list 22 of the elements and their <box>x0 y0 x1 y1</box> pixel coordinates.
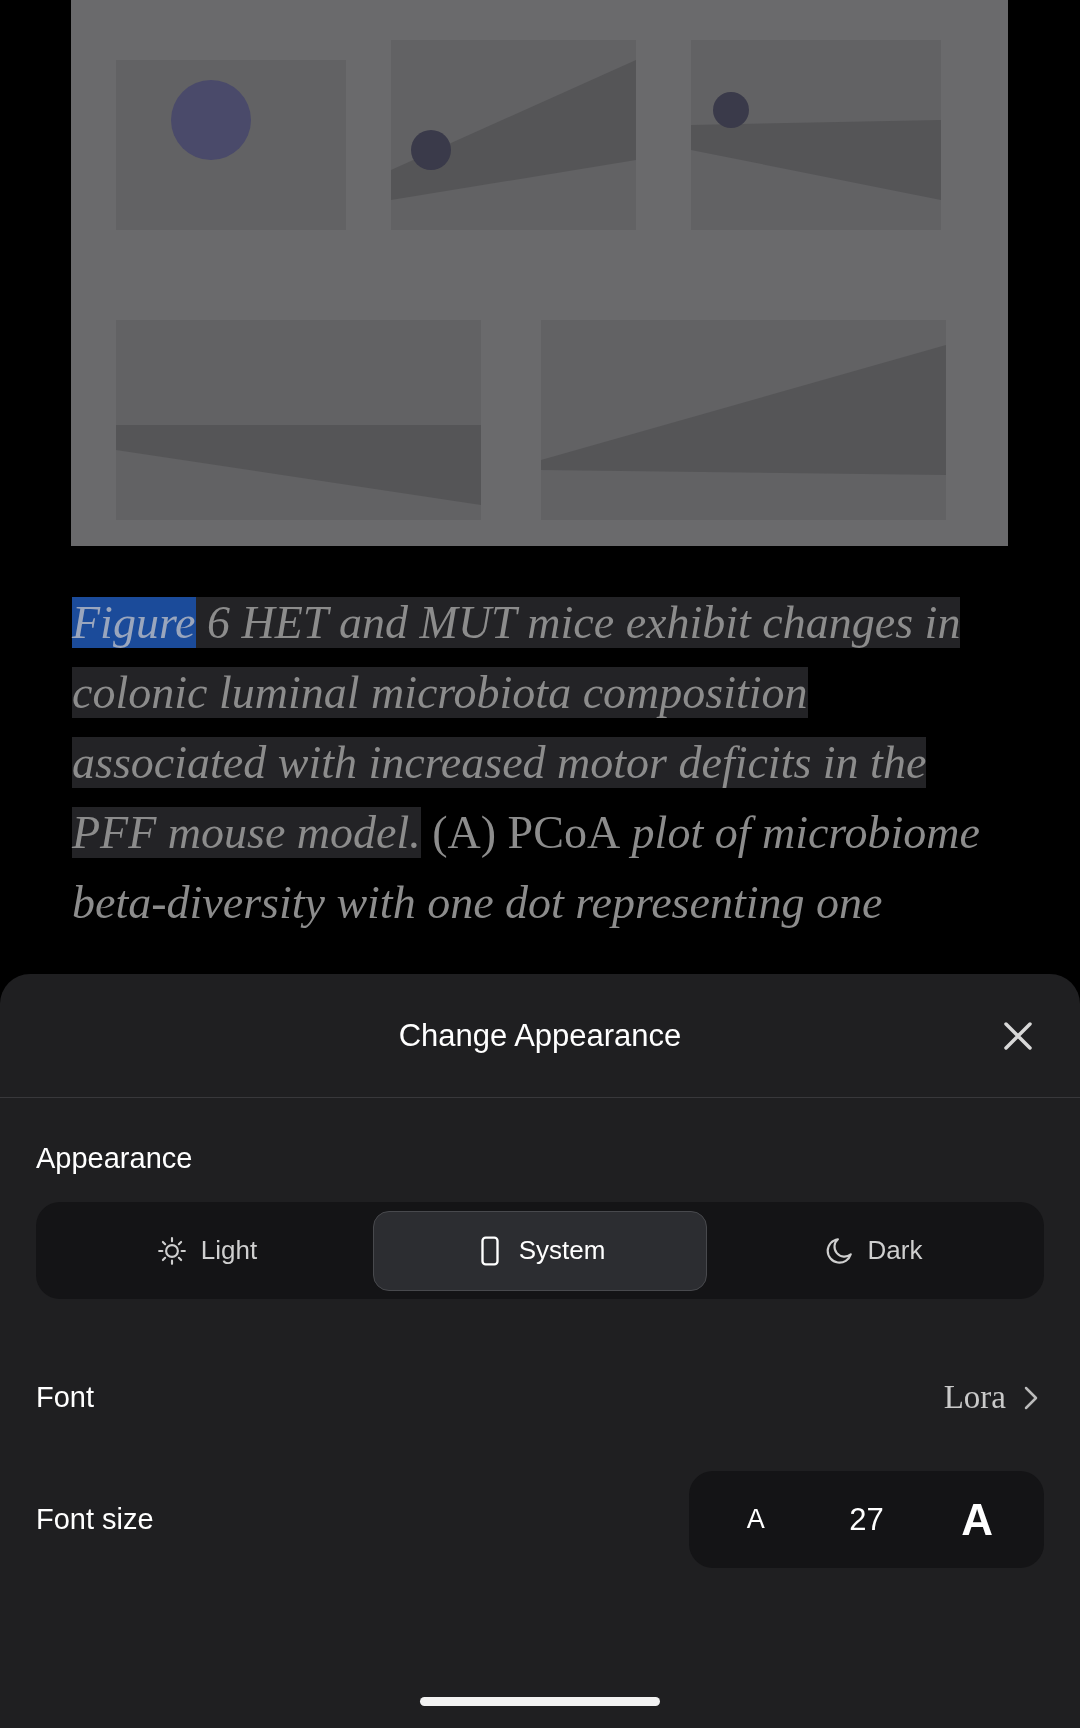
selected-text: Figure <box>72 597 196 648</box>
appearance-option[interactable]: Dark <box>707 1210 1039 1291</box>
font-label: Font <box>36 1381 95 1414</box>
caption-text: beta-diversity with one dot representing one <box>72 877 883 928</box>
font-size-value: 27 <box>849 1501 884 1538</box>
sun-icon <box>156 1235 187 1266</box>
font-selector[interactable]: Lora <box>943 1379 1044 1416</box>
appearance-option[interactable]: Light <box>41 1210 373 1291</box>
decrease-size-button[interactable]: A <box>715 1503 796 1536</box>
sheet-title: Change Appearance <box>398 1017 682 1054</box>
appearance-option[interactable]: System <box>373 1210 707 1291</box>
section-label: Appearance <box>36 1142 194 1175</box>
highlighted-text: associated with increased motor deficits in the <box>72 737 927 788</box>
highlighted-text: PFF mouse model. <box>72 807 421 858</box>
highlighted-text: colonic luminal microbiota composition <box>72 667 808 718</box>
caption-text: plot of microbiome <box>628 807 980 858</box>
font-size-label: Font size <box>36 1503 154 1536</box>
highlighted-text: 6 HET and MUT mice exhibit changes in <box>195 597 961 648</box>
chevron-icon <box>1024 1385 1038 1410</box>
increase-size-button[interactable]: A <box>937 1493 1018 1546</box>
caption-text: (A) PCoA <box>431 807 621 858</box>
close-icon[interactable] <box>1003 1021 1033 1051</box>
